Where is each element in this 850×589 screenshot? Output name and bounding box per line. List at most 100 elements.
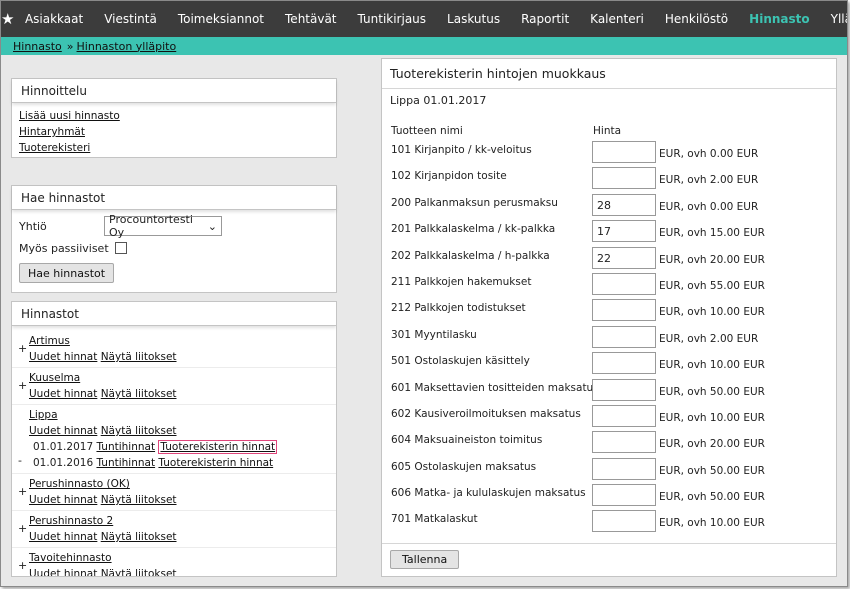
column-header-price: Hinta	[593, 125, 622, 137]
price-info: EUR, ovh 10.00 EUR	[659, 517, 765, 530]
price-info: EUR, ovh 0.00 EUR	[659, 200, 759, 213]
show-links-link[interactable]: Näytä liitokset	[101, 568, 177, 576]
show-links-link[interactable]: Näytä liitokset	[101, 425, 177, 437]
edit-panel-subtitle: Lippa 01.01.2017	[390, 94, 487, 107]
product-name: 604 Maksuaineiston toimitus	[391, 434, 543, 447]
expand-toggle[interactable]: -	[18, 453, 22, 469]
nav-item-tehtävät[interactable]: Tehtävät	[275, 1, 348, 37]
price-info: EUR, ovh 50.00 EUR	[659, 385, 765, 398]
company-select[interactable]: Procountortesti Oy ⌄	[104, 213, 222, 239]
hourly-prices-link[interactable]: Tuntihinnat	[96, 441, 155, 453]
price-input[interactable]: 28	[592, 193, 656, 216]
new-prices-link[interactable]: Uudet hinnat	[29, 531, 97, 543]
passive-label: Myös passiiviset	[19, 241, 109, 255]
pricelist-name-link[interactable]: Kuuselma	[29, 372, 80, 384]
product-register-prices-link[interactable]: Tuoterekisterin hinnat	[158, 440, 278, 454]
price-input[interactable]	[592, 404, 656, 427]
pricelist-group: + Kuuselma Uudet hinnat Näytä liitokset	[12, 368, 336, 405]
nav-menu: Asiakkaat Viestintä Toimeksiannot Tehtävät T…	[14, 1, 847, 37]
pricelist-name-link[interactable]: Lippa	[29, 409, 58, 421]
nav-item-toimeksiannot[interactable]: Toimeksiannot	[167, 1, 274, 37]
pricelist-group: + Tavoitehinnasto Uudet hinnat Näytä liito…	[12, 548, 336, 576]
product-name: 201 Palkkalaskelma / kk-palkka	[391, 223, 556, 236]
breadcrumb-hinnaston-yllapito[interactable]: Hinnaston ylläpito	[77, 40, 177, 53]
show-links-link[interactable]: Näytä liitokset	[101, 494, 177, 506]
price-groups-link[interactable]: Hintaryhmät	[19, 126, 85, 138]
nav-item-kalenteri[interactable]: Kalenteri	[580, 1, 655, 37]
show-links-link[interactable]: Näytä liitokset	[101, 531, 177, 543]
content-area: Hinnoittelu Lisää uusi hinnasto Hintaryh…	[1, 55, 847, 586]
pricelist-name-link[interactable]: Tavoitehinnasto	[29, 552, 112, 564]
price-input[interactable]	[592, 484, 656, 507]
nav-item-hinnasto[interactable]: Hinnasto	[739, 1, 820, 37]
product-register-link[interactable]: Tuoterekisteri	[19, 142, 90, 154]
pricelist-group: + Artimus Uudet hinnat Näytä liitokset	[12, 331, 336, 368]
pricelist-name-link[interactable]: Perushinnasto 2	[29, 515, 113, 527]
pricelist-name-link[interactable]: Artimus	[29, 335, 70, 347]
nav-item-ylläpito[interactable]: Ylläpito	[820, 1, 847, 37]
product-name: 501 Ostolaskujen käsittely	[391, 355, 530, 368]
product-name: 101 Kirjanpito / kk-veloitus	[391, 144, 532, 156]
product-name: 701 Matkalaskut	[391, 513, 478, 526]
price-info: EUR, ovh 10.00 EUR	[659, 411, 765, 424]
new-prices-link[interactable]: Uudet hinnat	[29, 494, 97, 506]
product-name: 606 Matka- ja kululaskujen maksatus	[391, 487, 586, 500]
price-info: EUR, ovh 50.00 EUR	[659, 491, 765, 504]
show-links-link[interactable]: Näytä liitokset	[101, 388, 177, 400]
pricing-panel: Hinnoittelu Lisää uusi hinnasto Hintaryh…	[11, 78, 337, 158]
search-pricelists-button[interactable]: Hae hinnastot	[19, 263, 115, 283]
product-register-prices-link[interactable]: Tuoterekisterin hinnat	[158, 457, 273, 469]
price-input[interactable]	[592, 167, 656, 190]
nav-item-laskutus[interactable]: Laskutus	[437, 1, 511, 37]
price-input[interactable]	[592, 272, 656, 295]
expand-toggle[interactable]: +	[18, 341, 27, 357]
pricelist-groups: + Artimus Uudet hinnat Näytä liitokset + Kuu…	[12, 326, 336, 576]
price-input[interactable]: 17	[592, 220, 656, 243]
new-prices-link[interactable]: Uudet hinnat	[29, 425, 97, 437]
price-input[interactable]	[592, 141, 656, 163]
save-button[interactable]: Tallenna	[390, 550, 460, 569]
price-info: EUR, ovh 15.00 EUR	[659, 227, 765, 240]
breadcrumb-hinnasto[interactable]: Hinnasto	[13, 40, 62, 53]
hourly-prices-link[interactable]: Tuntihinnat	[96, 457, 155, 469]
new-prices-link[interactable]: Uudet hinnat	[29, 351, 97, 363]
chevron-down-icon: ⌄	[207, 219, 217, 233]
expand-toggle[interactable]: +	[18, 521, 27, 537]
nav-item-henkilöstö[interactable]: Henkilöstö	[654, 1, 738, 37]
price-info: EUR, ovh 20.00 EUR	[659, 253, 765, 266]
pricelist-group: + Perushinnasto 2 Uudet hinnat Näytä liito…	[12, 511, 336, 548]
price-input[interactable]	[592, 352, 656, 375]
top-navigation: ★ Asiakkaat Viestintä Toimeksiannot Tehtävä…	[1, 1, 847, 37]
company-label: Yhtiö	[19, 219, 47, 233]
product-name: 211 Palkkojen hakemukset	[391, 275, 532, 288]
pricelists-panel-title: Hinnastot	[12, 302, 336, 326]
search-panel: Hae hinnastot Yhtiö Procountortesti Oy ⌄…	[11, 185, 337, 293]
product-name: 602 Kausiveroilmoituksen maksatus	[391, 407, 581, 420]
home-star-icon[interactable]: ★	[1, 1, 14, 37]
expand-toggle[interactable]: +	[18, 558, 27, 574]
price-input[interactable]	[592, 378, 656, 401]
show-links-link[interactable]: Näytä liitokset	[101, 351, 177, 363]
price-info: EUR, ovh 20.00 EUR	[659, 438, 765, 451]
edit-panel-title: Tuoterekisterin hintojen muokkaus	[382, 59, 836, 89]
nav-item-raportit[interactable]: Raportit	[511, 1, 580, 37]
new-prices-link[interactable]: Uudet hinnat	[29, 568, 97, 576]
product-name: 200 Palkanmaksun perusmaksu	[391, 196, 558, 209]
expand-toggle[interactable]: +	[18, 484, 27, 500]
price-input[interactable]	[592, 457, 656, 480]
price-input[interactable]	[592, 510, 656, 533]
nav-item-asiakkaat[interactable]: Asiakkaat	[14, 1, 93, 37]
version-date: 01.01.2016	[33, 457, 94, 469]
new-prices-link[interactable]: Uudet hinnat	[29, 388, 97, 400]
passive-checkbox[interactable]	[114, 242, 127, 254]
pricelist-name-link[interactable]: Perushinnasto (OK)	[29, 478, 130, 490]
add-new-pricelist-link[interactable]: Lisää uusi hinnasto	[19, 110, 120, 122]
pricing-panel-title: Hinnoittelu	[12, 79, 336, 103]
price-input[interactable]	[592, 325, 656, 348]
price-input[interactable]	[592, 299, 656, 322]
nav-item-tuntikirjaus[interactable]: Tuntikirjaus	[347, 1, 437, 37]
expand-toggle[interactable]: +	[18, 378, 27, 394]
price-input[interactable]	[592, 431, 656, 454]
nav-item-viestintä[interactable]: Viestintä	[94, 1, 168, 37]
price-input[interactable]: 22	[592, 246, 656, 269]
